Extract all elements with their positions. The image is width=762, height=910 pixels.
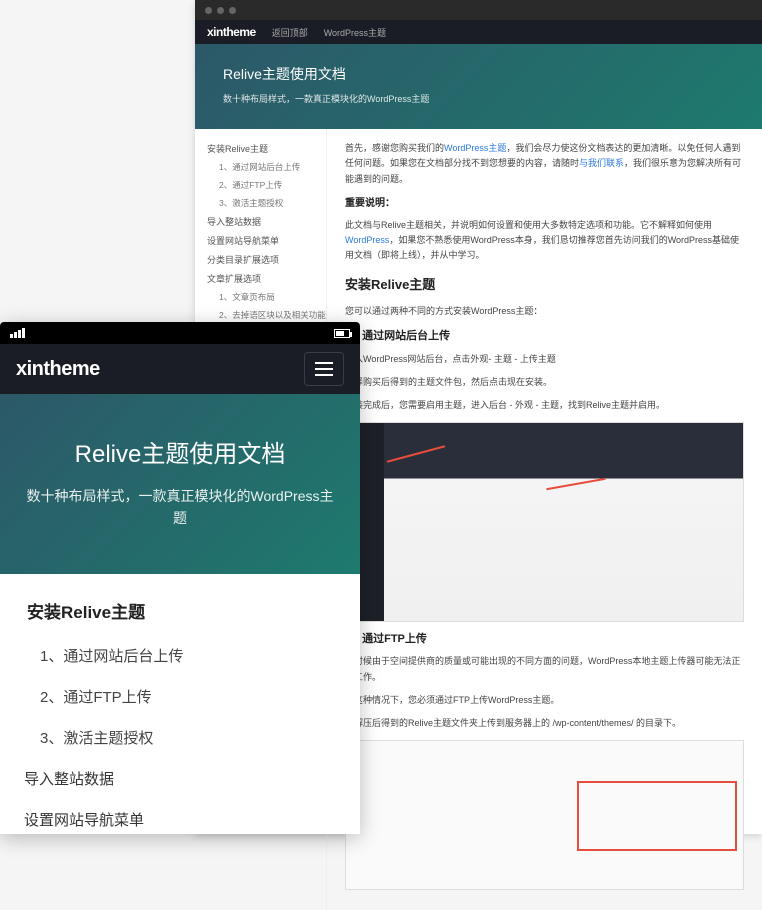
sidebar-item[interactable]: 导入整站数据 [207,212,326,231]
window-dot[interactable] [205,7,212,14]
sidebar-subitem[interactable]: 1、通过网站后台上传 [207,158,326,176]
method1-step: 进入WordPress网站后台，点击外观- 主题 - 上传主题 [345,352,744,367]
sidebar-subitem[interactable]: 3、激活主题授权 [207,194,326,212]
toc-top-item[interactable]: 设置网站导航菜单 [24,799,336,834]
note-label: 重要说明： [345,195,744,212]
method2-para: 有时候由于空间提供商的质量或可能出现的不同方面的问题，WordPress本地主题… [345,654,744,685]
toc-item[interactable]: 2、通过FTP上传 [24,676,336,717]
hero-banner: Relive主题使用文档 数十种布局样式，一款真正模块化的WordPress主题 [195,44,762,129]
mobile-window: xintheme Relive主题使用文档 数十种布局样式，一款真正模块化的Wo… [0,322,360,834]
hamburger-menu-button[interactable] [304,352,344,386]
sidebar-item[interactable]: 安装Relive主题 [207,139,326,158]
intro-paragraph: 首先，感谢您购买我们的WordPress主题，我们会尽力使这份文档表达的更加清晰… [345,141,744,187]
main-content: 首先，感谢您购买我们的WordPress主题，我们会尽力使这份文档表达的更加清晰… [327,129,762,910]
page-subtitle: 数十种布局样式，一款真正模块化的WordPress主题 [24,485,336,530]
nav-link-top[interactable]: 返回顶部 [272,26,308,39]
page-title: Relive主题使用文档 [24,434,336,469]
window-dot[interactable] [229,7,236,14]
screenshot-admin-upload [345,422,744,622]
nav-link-wptheme[interactable]: WordPress主题 [324,26,386,39]
mobile-nav: xintheme [0,344,360,394]
sidebar-item[interactable]: 分类目录扩展选项 [207,250,326,269]
toc-heading[interactable]: 安装Relive主题 [24,598,336,635]
mobile-toc: 安装Relive主题 1、通过网站后台上传 2、通过FTP上传 3、激活主题授权… [0,574,360,834]
brand-logo[interactable]: xintheme [207,25,256,39]
page-subtitle: 数十种布局样式，一款真正模块化的WordPress主题 [223,92,734,105]
window-titlebar [195,0,762,20]
method1-heading: 1、通过网站后台上传 [345,327,744,346]
note-paragraph: 此文档与Relive主题相关，并说明如何设置和使用大多数特定选项和功能。它不解释… [345,218,744,264]
top-nav: xintheme 返回顶部 WordPress主题 [195,20,762,44]
install-intro: 您可以通过两种不同的方式安装WordPress主题： [345,304,744,319]
sidebar-item[interactable]: 设置网站导航菜单 [207,231,326,250]
link-wptheme[interactable]: WordPress主题 [444,143,506,153]
method1-step: 选择购买后得到的主题文件包，然后点击现在安装。 [345,375,744,390]
method2-heading: 2、通过FTP上传 [345,630,744,649]
page-title: Relive主题使用文档 [223,64,734,84]
screenshot-ftp [345,740,744,890]
method1-step: 安装完成后，您需要启用主题，进入后台 - 外观 - 主题，找到Relive主题并… [345,398,744,413]
method2-para: 将解压后得到的Relive主题文件夹上传到服务器上的 /wp-content/t… [345,716,744,731]
brand-logo[interactable]: xintheme [16,358,100,381]
section-heading-install: 安装Relive主题 [345,274,744,296]
sidebar-subitem[interactable]: 1、文章页布局 [207,288,326,306]
sidebar-item[interactable]: 文章扩展选项 [207,269,326,288]
link-contact[interactable]: 与我们联系 [579,158,624,168]
battery-icon [334,329,350,338]
window-dot[interactable] [217,7,224,14]
method2-para: 在这种情况下，您必须通过FTP上传WordPress主题。 [345,693,744,708]
toc-top-item[interactable]: 导入整站数据 [24,758,336,799]
toc-item[interactable]: 3、激活主题授权 [24,717,336,758]
link-wordpress[interactable]: WordPress [345,235,389,245]
sidebar-subitem[interactable]: 2、通过FTP上传 [207,176,326,194]
mobile-statusbar [0,322,360,344]
toc-item[interactable]: 1、通过网站后台上传 [24,635,336,676]
signal-icon [10,328,25,338]
mobile-hero: Relive主题使用文档 数十种布局样式，一款真正模块化的WordPress主题 [0,394,360,574]
